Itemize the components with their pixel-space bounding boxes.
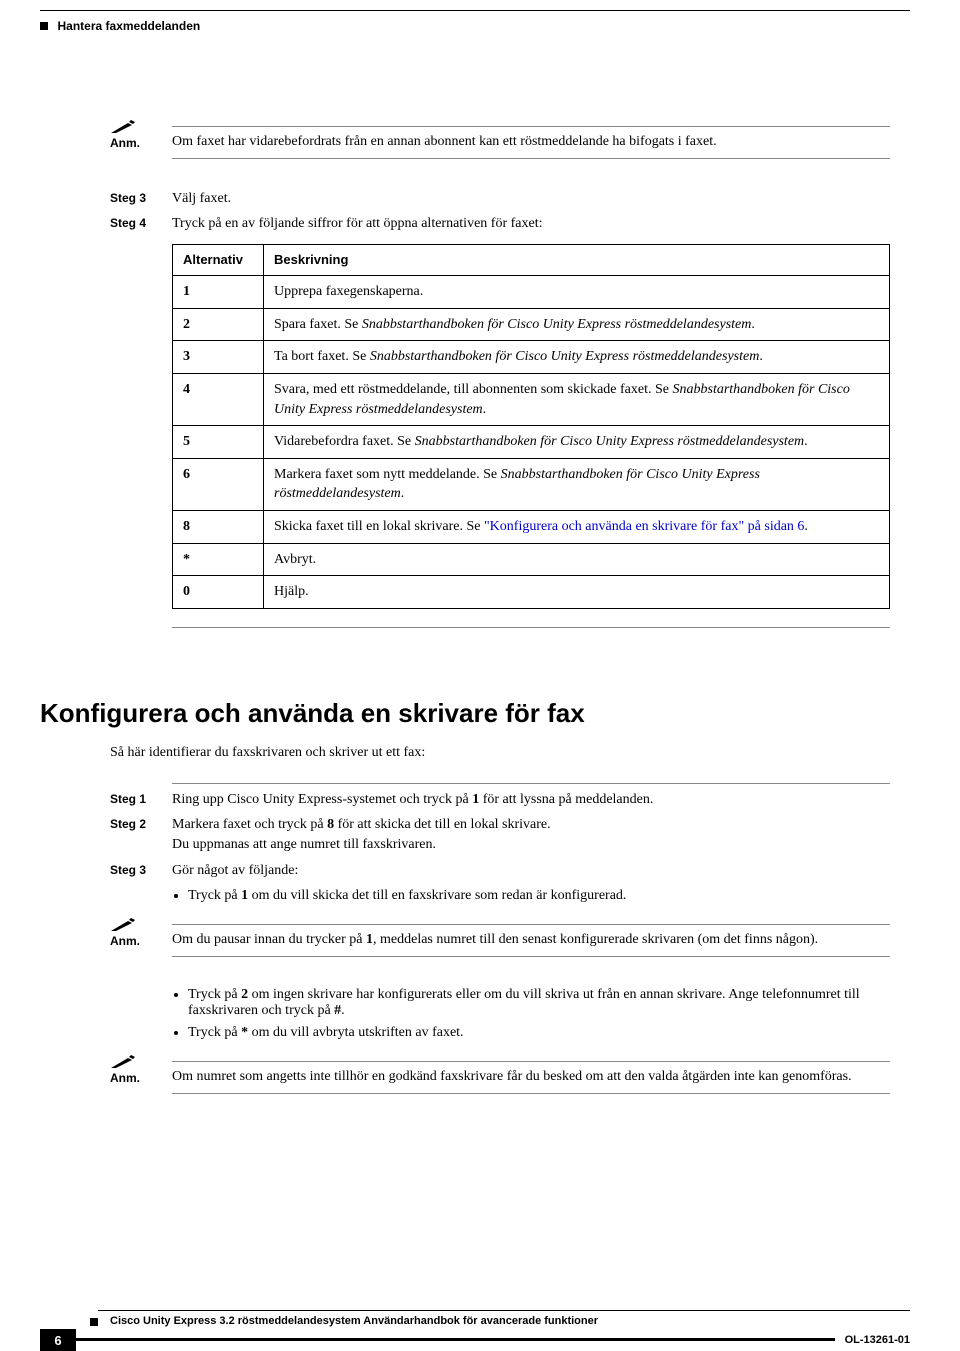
table-header: Beskrivning: [264, 245, 890, 276]
document-id: OL-13261-01: [835, 1329, 910, 1351]
table-row: *Avbryt.: [173, 543, 890, 576]
step-label: Steg 3: [110, 861, 154, 912]
note-text: Om du pausar innan du trycker på 1, medd…: [172, 931, 890, 950]
step-row: Steg 3 Gör något av följande: Tryck på 1…: [110, 861, 890, 912]
cross-reference-link[interactable]: "Konfigurera och använda en skrivare för…: [484, 519, 804, 534]
pencil-icon: [110, 918, 136, 932]
step-text: Välj faxet.: [172, 189, 890, 209]
note-text: Om faxet har vidarebefordrats från en an…: [172, 133, 890, 152]
note-block: Anm. Om numret som angetts inte tillhör …: [110, 1055, 890, 1100]
table-header: Alternativ: [173, 245, 264, 276]
step-text-span: Tryck på en av följande siffror för att …: [172, 216, 542, 231]
step-label: Steg 2: [110, 815, 154, 854]
note-marker: Anm.: [110, 918, 158, 948]
note-label: Anm.: [110, 136, 158, 150]
note-marker: Anm.: [110, 1055, 158, 1085]
step-text: Markera faxet och tryck på 8 för att ski…: [172, 815, 890, 854]
section-intro: Så här identifierar du faxskrivaren och …: [110, 745, 890, 761]
table-row: 3Ta bort faxet. Se Snabbstarthandboken f…: [173, 341, 890, 374]
pencil-icon: [110, 120, 136, 134]
step-label: Steg 3: [110, 189, 154, 209]
step-label: Steg 1: [110, 790, 154, 810]
step-row: Steg 2 Markera faxet och tryck på 8 för …: [110, 815, 890, 854]
list-item: Tryck på * om du vill avbryta utskriften…: [188, 1025, 890, 1041]
step-text: Gör något av följande: Tryck på 1 om du …: [172, 861, 890, 912]
header-title: Hantera faxmeddelanden: [58, 19, 201, 33]
table-row: 0Hjälp.: [173, 576, 890, 609]
step-row: Steg 4 Tryck på en av följande siffror f…: [110, 214, 890, 608]
page-number: 6: [40, 1329, 76, 1351]
header-rule: [40, 10, 910, 11]
step-row: Steg 1 Ring upp Cisco Unity Express-syst…: [110, 790, 890, 810]
section-title: Konfigurera och använda en skrivare för …: [40, 698, 890, 729]
page-footer: Cisco Unity Express 3.2 röstmeddelandesy…: [0, 1318, 960, 1351]
table-row: 6Markera faxet som nytt meddelande. Se S…: [173, 458, 890, 510]
note-text: Om numret som angetts inte tillhör en go…: [172, 1068, 890, 1087]
note-block: Anm. Om faxet har vidarebefordrats från …: [110, 120, 890, 165]
table-row: 4Svara, med ett röstmeddelande, till abo…: [173, 374, 890, 426]
step-text: Tryck på en av följande siffror för att …: [172, 214, 890, 608]
note-block: Anm. Om du pausar innan du trycker på 1,…: [110, 918, 890, 963]
bullet-square-icon: [40, 22, 48, 30]
step-label: Steg 4: [110, 214, 154, 608]
bullet-square-icon: [90, 1318, 98, 1326]
page-content: Anm. Om faxet har vidarebefordrats från …: [110, 120, 890, 1100]
table-row: 8Skicka faxet till en lokal skrivare. Se…: [173, 511, 890, 544]
note-label: Anm.: [110, 1071, 158, 1085]
section: Konfigurera och använda en skrivare för …: [40, 698, 890, 1100]
list-item: Tryck på 2 om ingen skrivare har konfigu…: [188, 987, 890, 1019]
document-page: Hantera faxmeddelanden Anm. Om faxet har…: [0, 0, 960, 1351]
table-row: 5Vidarebefordra faxet. Se Snabbstarthand…: [173, 426, 890, 459]
pencil-icon: [110, 1055, 136, 1069]
table-row: 1Upprepa faxegenskaperna.: [173, 276, 890, 309]
step-row: Steg 3 Välj faxet.: [110, 189, 890, 209]
running-header: Hantera faxmeddelanden: [40, 18, 200, 34]
options-table: Alternativ Beskrivning 1Upprepa faxegens…: [172, 244, 890, 609]
step-text: Ring upp Cisco Unity Express-systemet oc…: [172, 790, 890, 810]
footer-doc-title: Cisco Unity Express 3.2 röstmeddelandesy…: [110, 1311, 910, 1327]
table-row: 2Spara faxet. Se Snabbstarthandboken för…: [173, 308, 890, 341]
note-marker: Anm.: [110, 120, 158, 150]
note-label: Anm.: [110, 934, 158, 948]
list-item: Tryck på 1 om du vill skicka det till en…: [188, 886, 890, 906]
